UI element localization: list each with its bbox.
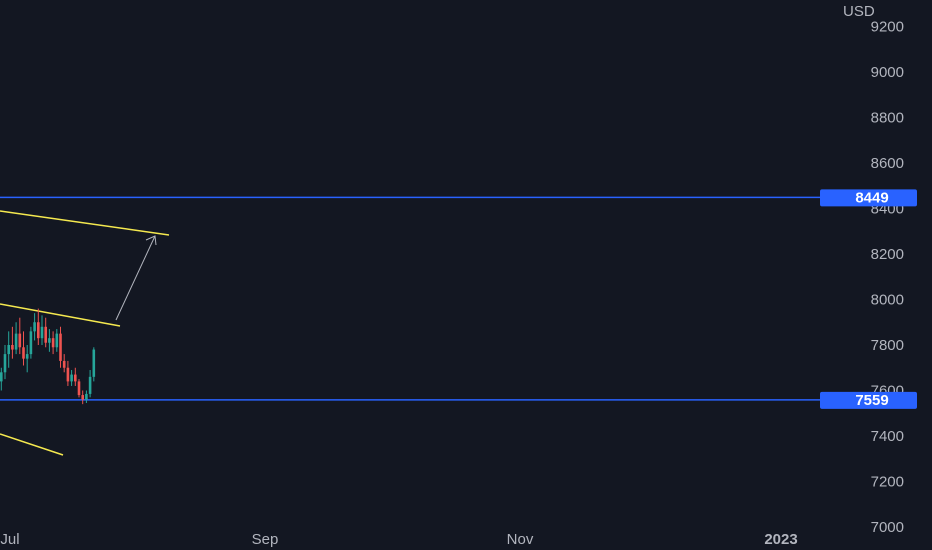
candle-body [85,393,88,400]
y-tick-label: 7200 [871,474,904,491]
price-badge-label: 7559 [855,392,888,409]
candle-body [0,372,3,382]
candle-body [44,326,47,343]
candle-body [22,347,25,359]
candle-body [37,322,40,339]
y-tick-label: 8200 [871,246,904,263]
candle-body [33,322,36,332]
y-tick-label: 7400 [871,428,904,445]
candle-body [92,349,96,377]
time-axis[interactable]: Jul Sep Nov 2023 [0,531,797,548]
price-badge-label: 8449 [855,189,888,206]
candle-body [62,360,66,368]
candle-body [3,354,7,373]
candle-body [66,367,70,382]
y-tick-label: 8000 [871,292,904,309]
y-tick-label: 7800 [871,337,904,354]
price-axis[interactable]: USD 700072007400760078008000820084008600… [843,3,904,536]
candle-body [70,374,73,382]
candle-body [7,345,10,355]
candle-body [48,338,51,343]
x-tick-label: Sep [252,531,279,548]
price-chart[interactable]: USD 7000 7200 7400 7600 7800 8000 8200 8400 8600… [0,0,932,550]
x-tick-label: Nov [507,531,534,548]
y-tick-label: 7000 [871,519,904,536]
candle-body [77,381,81,396]
candle-body [11,345,14,350]
upper-trendline [0,210,170,236]
lower-trendline [0,433,64,456]
candle-body [55,333,59,348]
candle-body [14,333,18,350]
candle-body [25,354,29,359]
y-tick-label: 9200 [871,19,904,36]
candle-body [18,333,22,348]
candle-body [74,374,77,382]
candle-body [59,333,62,361]
currency-label: USD [843,3,875,20]
candle-body [88,376,92,394]
candle-body [40,326,44,339]
middle-trendline [0,303,121,327]
projection-arrow-shaft [115,235,156,321]
candle-body [51,338,55,348]
y-tick-label: 9000 [871,64,904,81]
y-tick-label: 8800 [871,110,904,127]
candle-body [81,395,84,400]
chart-canvas[interactable]: USD 700072007400760078008000820084008600… [0,0,932,550]
x-tick-label: Jul [0,531,19,548]
x-tick-label: 2023 [764,531,797,548]
y-tick-label: 8600 [871,155,904,172]
candles [0,308,96,405]
drawings [0,210,170,456]
candle-body [29,331,33,355]
